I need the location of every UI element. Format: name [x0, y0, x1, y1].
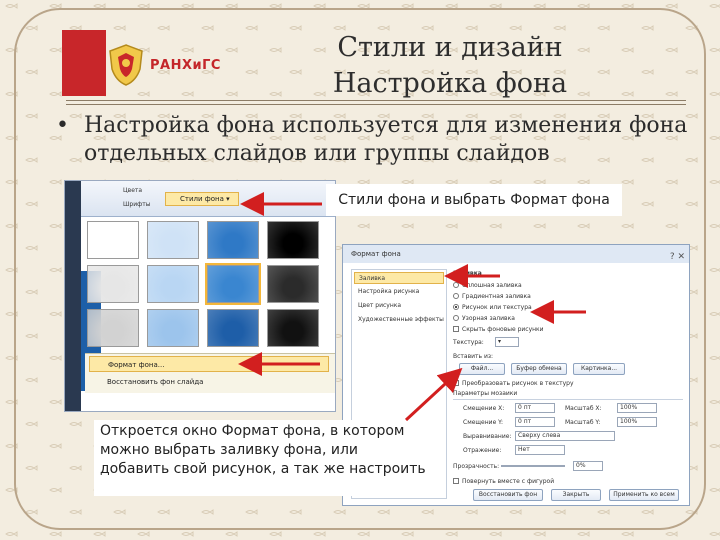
option-picture-texture[interactable]: Рисунок или текстура: [453, 303, 532, 312]
background-style-thumb[interactable]: [147, 309, 199, 347]
checkbox-icon: [453, 380, 459, 386]
tile-picture-checkbox[interactable]: Преобразовать рисунок в текстуру: [453, 379, 574, 388]
slide-panel-edge: [65, 181, 81, 411]
background-style-thumb[interactable]: [207, 221, 259, 259]
radio-selected-icon: [453, 304, 459, 310]
dialog-titlebar: Формат фона ? ✕: [343, 245, 689, 266]
checkbox-label: Скрыть фоновые рисунки: [462, 326, 544, 333]
slide: РАНХиГС Стили и дизайн Настройка фона • …: [0, 0, 720, 540]
checkbox-label: Повернуть вместе с фигурой: [462, 478, 555, 485]
option-gradient-fill[interactable]: Градиентная заливка: [453, 292, 531, 301]
texture-label: Текстура:: [453, 339, 484, 346]
offset-y-field[interactable]: 0 пт: [515, 417, 555, 427]
clipboard-button[interactable]: Буфер обмена: [511, 363, 567, 375]
close-icon[interactable]: ? ✕: [670, 248, 685, 266]
background-style-thumb[interactable]: [267, 265, 319, 303]
rotate-with-shape-checkbox[interactable]: Повернуть вместе с фигурой: [453, 477, 554, 486]
mirror-label: Отражение:: [463, 447, 502, 454]
option-label: Рисунок или текстура: [462, 304, 532, 311]
title-divider-2: [66, 104, 686, 105]
bullet-marker: •: [56, 113, 69, 138]
close-button[interactable]: Закрыть: [551, 489, 601, 501]
background-style-thumb[interactable]: [147, 221, 199, 259]
menu-reset-label: Восстановить фон слайда: [107, 378, 204, 386]
ribbon: Цвета Шрифты Стили фона ▾: [65, 181, 335, 217]
menu-item-reset-background[interactable]: Восстановить фон слайда: [89, 374, 329, 390]
background-style-thumb[interactable]: [87, 265, 139, 303]
menu-format-label: Формат фона...: [108, 361, 165, 369]
scale-x-field[interactable]: 100%: [617, 403, 657, 413]
checkbox-icon: [453, 326, 459, 332]
transparency-field[interactable]: 0%: [573, 461, 603, 471]
option-label: Сплошная заливка: [462, 282, 522, 289]
background-styles-button[interactable]: Стили фона ▾: [165, 192, 239, 206]
background-style-thumb[interactable]: [87, 221, 139, 259]
transparency-slider[interactable]: [501, 465, 565, 467]
offset-y-label: Смещение Y:: [463, 419, 504, 426]
ribbon-colors[interactable]: Цвета: [123, 187, 142, 194]
ranepa-logo: РАНХиГС: [106, 42, 306, 88]
divider: [453, 399, 683, 400]
scale-x-label: Масштаб X:: [565, 405, 602, 412]
background-styles-gallery: Цвета Шрифты Стили фона ▾ Формат фона...…: [64, 180, 336, 412]
crest-icon: [109, 44, 143, 86]
background-style-thumb[interactable]: [207, 309, 259, 347]
texture-picker[interactable]: ▾: [495, 337, 519, 347]
option-pattern-fill[interactable]: Узорная заливка: [453, 314, 515, 323]
background-styles-label: Стили фона: [180, 195, 224, 203]
mirror-select[interactable]: Нет: [515, 445, 565, 455]
category-artistic-effects[interactable]: Художественные эффекты: [354, 314, 444, 326]
offset-x-label: Смещение X:: [463, 405, 505, 412]
styles-menu: Формат фона... Восстановить фон слайда: [85, 353, 335, 393]
checkbox-icon: [453, 478, 459, 484]
apply-to-all-button[interactable]: Применить ко всем: [609, 489, 679, 501]
hide-graphics-checkbox[interactable]: Скрыть фоновые рисунки: [453, 325, 544, 334]
title-line-1: Стили и дизайн: [337, 32, 563, 63]
tile-options-label: Параметры мозаики: [453, 390, 518, 397]
dialog-title: Формат фона: [351, 250, 401, 258]
logo-text: РАНХиГС: [150, 57, 221, 73]
checkbox-label: Преобразовать рисунок в текстуру: [462, 380, 574, 387]
bullet-text: Настройка фона используется для изменени…: [84, 113, 688, 166]
menu-item-format-background[interactable]: Формат фона...: [89, 356, 329, 372]
category-fill[interactable]: Заливка: [354, 272, 444, 284]
radio-icon: [453, 293, 459, 299]
offset-x-field[interactable]: 0 пт: [515, 403, 555, 413]
transparency-label: Прозрачность:: [453, 463, 500, 470]
section-fill-heading: Заливка: [453, 270, 482, 277]
clipart-button[interactable]: Картинка...: [573, 363, 625, 375]
background-style-thumb[interactable]: [267, 309, 319, 347]
chevron-down-icon: ▾: [226, 195, 230, 203]
background-style-thumb[interactable]: [147, 265, 199, 303]
scale-y-label: Масштаб Y:: [565, 419, 601, 426]
ribbon-fonts[interactable]: Шрифты: [123, 201, 151, 208]
slide-title: Стили и дизайн Настройка фона: [300, 30, 600, 102]
title-divider: [66, 100, 686, 101]
insert-from-label: Вставить из:: [453, 353, 494, 360]
reset-background-button[interactable]: Восстановить фон: [473, 489, 543, 501]
option-label: Узорная заливка: [462, 315, 515, 322]
category-picture-corrections[interactable]: Настройка рисунка: [354, 286, 444, 298]
dialog-fill-panel: Заливка Сплошная заливка Градиентная зал…: [453, 267, 685, 503]
background-style-thumb[interactable]: [267, 221, 319, 259]
option-solid-fill[interactable]: Сплошная заливка: [453, 281, 522, 290]
radio-icon: [453, 315, 459, 321]
caption-dialog-note: Откроется окно Формат фона, в котором мо…: [94, 420, 434, 496]
file-button[interactable]: Файл...: [459, 363, 505, 375]
alignment-label: Выравнивание:: [463, 433, 512, 440]
background-style-thumb[interactable]: [205, 263, 261, 305]
alignment-select[interactable]: Сверху слева: [515, 431, 615, 441]
scale-y-field[interactable]: 100%: [617, 417, 657, 427]
option-label: Градиентная заливка: [462, 293, 531, 300]
title-line-2: Настройка фона: [332, 68, 568, 99]
bullet-point: • Настройка фона используется для измене…: [56, 112, 696, 168]
radio-icon: [453, 282, 459, 288]
red-accent-block: [62, 30, 106, 96]
category-picture-color[interactable]: Цвет рисунка: [354, 300, 444, 312]
background-style-thumb[interactable]: [87, 309, 139, 347]
caption-background-styles: Стили фона и выбрать Формат фона: [326, 184, 622, 216]
